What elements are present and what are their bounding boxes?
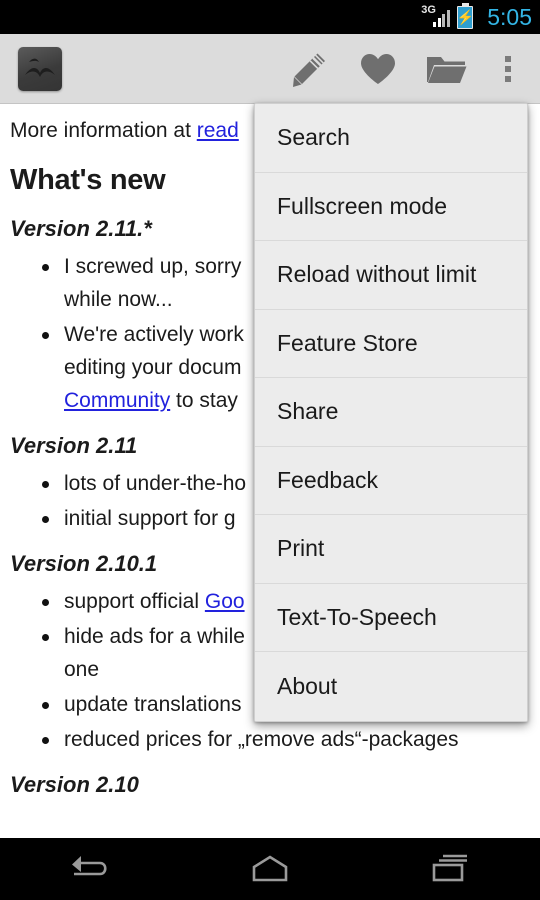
- community-link[interactable]: Community: [64, 389, 170, 412]
- android-screen: 3G ⚡ 5:05 More information at read What'…: [0, 0, 540, 900]
- signal-bars: [433, 9, 451, 27]
- list-item-line: We're actively work: [64, 323, 244, 346]
- pencil-icon: [293, 53, 325, 87]
- edit-button[interactable]: [276, 34, 344, 104]
- list-item-line: support official: [64, 590, 205, 613]
- battery-charging-icon: ⚡: [456, 2, 474, 29]
- lead-text: More information at: [10, 119, 197, 142]
- list-item-line: I screwed up, sorry: [64, 255, 242, 278]
- overflow-menu: Search Fullscreen mode Reload without li…: [254, 103, 528, 722]
- list-item-line: editing your docum: [64, 356, 242, 379]
- menu-item-print[interactable]: Print: [255, 515, 527, 584]
- home-icon: [252, 855, 288, 882]
- back-arrow-icon: [72, 856, 107, 876]
- list-item-line: reduced prices for „remove ads“-packages: [64, 728, 459, 751]
- menu-item-tts[interactable]: Text-To-Speech: [255, 583, 527, 652]
- navigation-bar: [0, 838, 540, 900]
- folder-icon: [427, 56, 467, 83]
- back-button[interactable]: [30, 838, 150, 900]
- readme-link[interactable]: read: [197, 119, 239, 142]
- book-app-icon[interactable]: [18, 46, 62, 91]
- overflow-dots-icon: [505, 55, 511, 82]
- status-clock: 5:05: [487, 3, 532, 30]
- home-button[interactable]: [210, 838, 330, 900]
- list-item-line: lots of under-the-ho: [64, 472, 247, 495]
- list-item-line: while now...: [64, 288, 173, 311]
- menu-item-reload[interactable]: Reload without limit: [255, 241, 527, 310]
- list-item-line: hide ads for a while: [64, 625, 245, 648]
- overflow-button[interactable]: [480, 34, 536, 104]
- google-link[interactable]: Goo: [205, 590, 245, 613]
- list-item-line: update translations: [64, 693, 242, 716]
- lightning-bolt-glyph: ⚡: [456, 9, 474, 25]
- list-item-line: one: [64, 658, 100, 681]
- menu-item-feature-store[interactable]: Feature Store: [255, 309, 527, 378]
- heart-icon: [361, 53, 395, 84]
- signal-icon: 3G: [421, 5, 451, 29]
- status-bar: 3G ⚡ 5:05: [0, 0, 540, 34]
- recents-icon: [432, 854, 467, 882]
- list-item: reduced prices for „remove ads“-packages: [14, 723, 530, 756]
- menu-item-feedback[interactable]: Feedback: [255, 446, 527, 515]
- menu-item-search[interactable]: Search: [255, 104, 527, 173]
- menu-item-fullscreen[interactable]: Fullscreen mode: [255, 172, 527, 241]
- recents-button[interactable]: [390, 838, 510, 900]
- open-file-button[interactable]: [412, 34, 480, 104]
- list-item-line: initial support for g: [64, 507, 236, 530]
- menu-item-share[interactable]: Share: [255, 378, 527, 447]
- favorite-button[interactable]: [344, 34, 412, 104]
- menu-item-about[interactable]: About: [255, 652, 527, 721]
- status-icons: 3G ⚡ 5:05: [421, 2, 532, 30]
- list-item-line: to stay: [170, 389, 238, 412]
- section-heading-3: Version 2.10: [10, 772, 139, 797]
- action-bar: [0, 34, 540, 104]
